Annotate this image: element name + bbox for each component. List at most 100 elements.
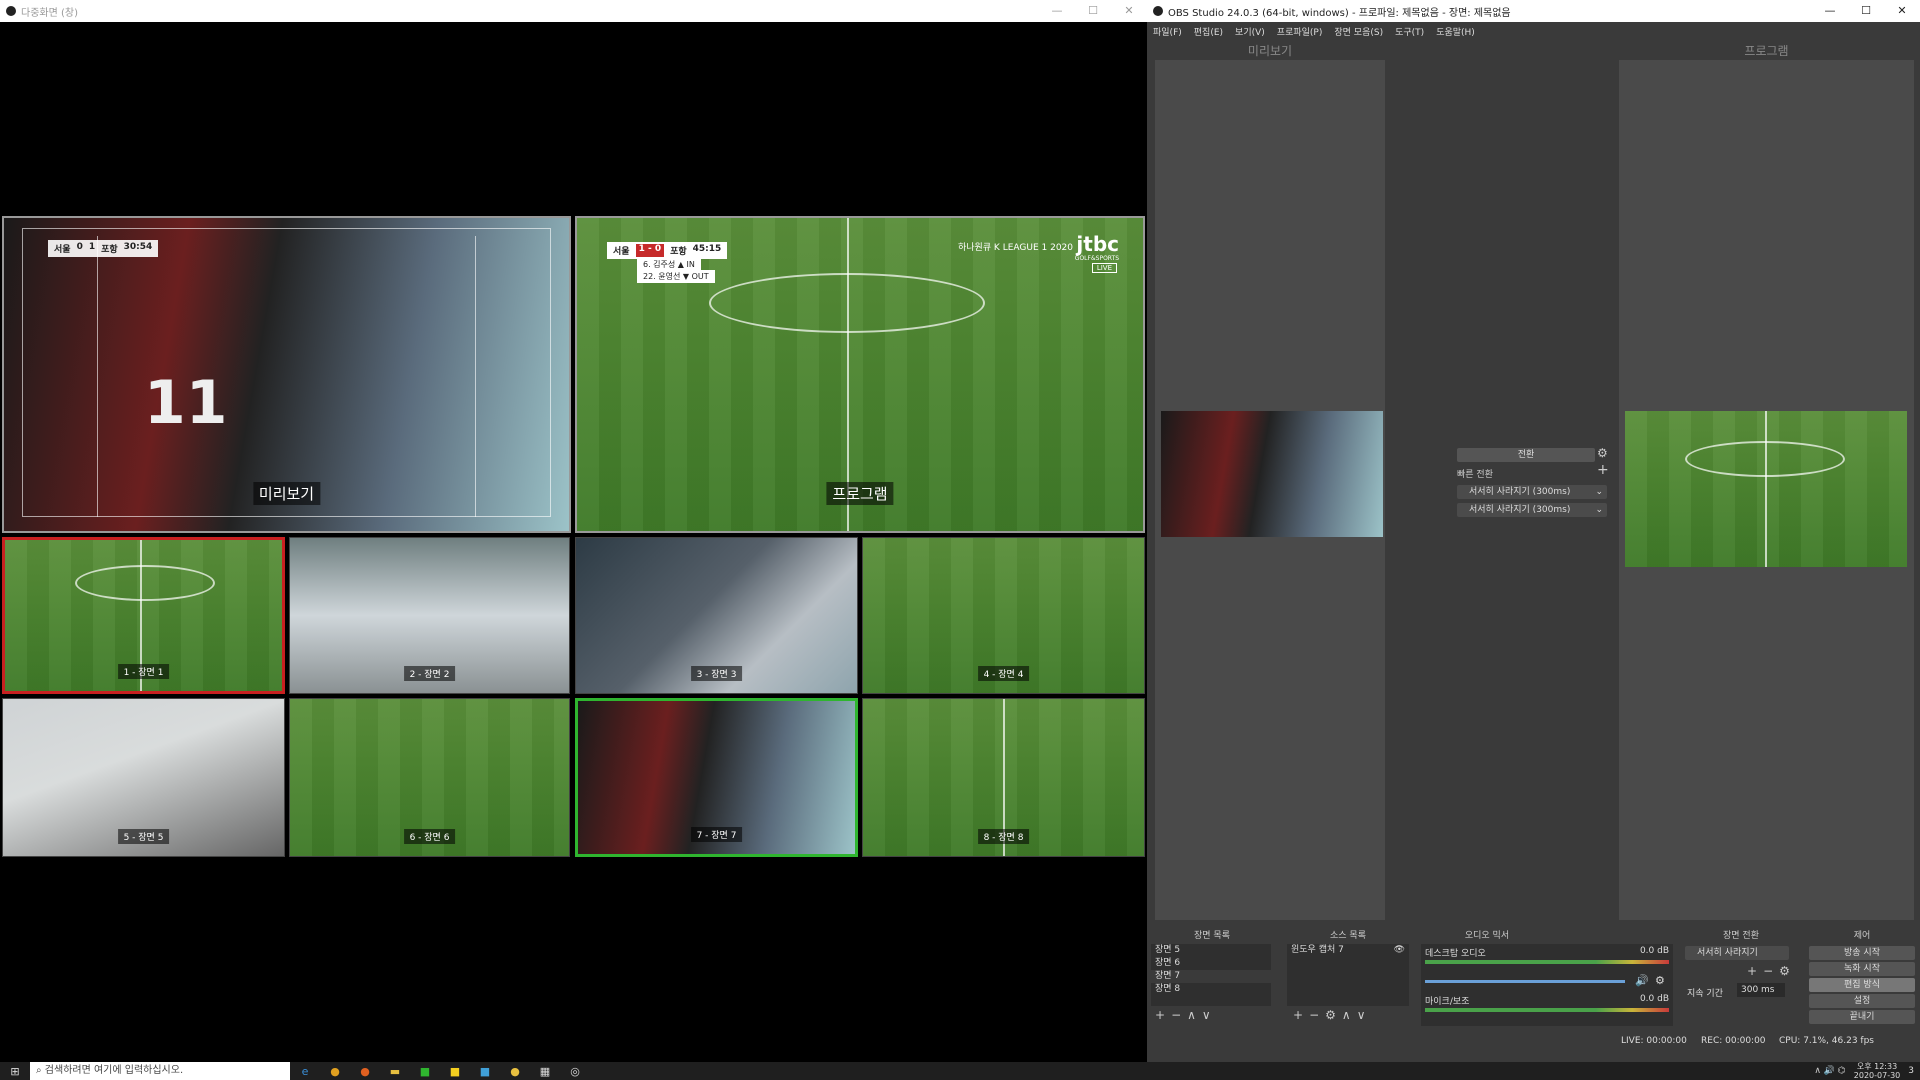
obs-taskbar-icon[interactable]: ◎	[560, 1062, 590, 1080]
program-sub-line2: 22. 윤영선 ▼ OUT	[637, 270, 715, 283]
clock[interactable]: 오후 12:33 2020-07-30	[1854, 1062, 1901, 1080]
mixer-track-db: 0.0 dB	[1639, 946, 1669, 956]
gear-icon[interactable]: ⚙	[1779, 964, 1796, 978]
calculator-icon[interactable]: ▦	[530, 1062, 560, 1080]
gear-icon[interactable]: ⚙	[1655, 974, 1665, 987]
line-icon[interactable]: ■	[410, 1062, 440, 1080]
menu-file[interactable]: 파일(F)	[1153, 25, 1182, 38]
menu-tools[interactable]: 도구(T)	[1395, 25, 1424, 38]
scene-thumb-2[interactable]: 2 - 장면 2	[289, 537, 570, 694]
program-header: 프로그램	[1744, 44, 1789, 58]
multiview-window: 다중화면 (창) — ☐ ✕ 서울 0 1 포항 30:54 11 미리보기 서…	[0, 0, 1147, 1062]
scene-thumb-4[interactable]: 4 - 장면 4	[862, 537, 1145, 694]
add-icon[interactable]: +	[1155, 1008, 1171, 1022]
menu-view[interactable]: 보기(V)	[1235, 25, 1265, 38]
search-icon: ⌕	[36, 1065, 42, 1076]
obs-program-area[interactable]	[1619, 60, 1914, 920]
source-item[interactable]: 윈도우 캡처 7 👁	[1287, 944, 1409, 957]
scene-item[interactable]: 장면 6	[1151, 957, 1271, 970]
file-explorer-icon[interactable]: ▬	[380, 1062, 410, 1080]
edge-icon[interactable]: e	[290, 1062, 320, 1080]
windows-start-icon[interactable]: ⊞	[0, 1062, 30, 1080]
scene-thumb-7[interactable]: 7 - 장면 7	[575, 698, 858, 857]
minimize-icon[interactable]: —	[1039, 0, 1075, 22]
transition-select[interactable]: 서서히 사라지기	[1685, 946, 1789, 960]
settings-button[interactable]: 설정	[1809, 994, 1915, 1008]
scene-thumb-3[interactable]: 3 - 장면 3	[575, 537, 858, 694]
remove-icon[interactable]: −	[1763, 964, 1779, 978]
add-quick-transition-icon[interactable]: +	[1597, 462, 1609, 478]
maximize-icon[interactable]: ☐	[1075, 0, 1111, 22]
down-icon[interactable]: ∨	[1202, 1008, 1217, 1022]
chrome-icon[interactable]: ●	[320, 1062, 350, 1080]
sources-dock-header: 소스 목록	[1283, 928, 1413, 942]
duration-label: 지속 기간	[1687, 989, 1723, 999]
menu-scene-collection[interactable]: 장면 모음(S)	[1334, 25, 1383, 38]
start-streaming-button[interactable]: 방송 시작	[1809, 946, 1915, 960]
maximize-icon[interactable]: ☐	[1848, 0, 1884, 22]
transition-settings-icon[interactable]: ⚙	[1597, 446, 1608, 460]
multiview-titlebar[interactable]: 다중화면 (창) — ☐ ✕	[0, 0, 1147, 22]
program-scoreboard: 서울 1 - 0 포항 45:15	[607, 242, 728, 259]
scene-item[interactable]: 장면 8	[1151, 983, 1271, 996]
duration-input[interactable]: 300 ms	[1737, 983, 1785, 997]
scene-item[interactable]: 장면 7	[1151, 970, 1271, 983]
menu-profile[interactable]: 프로파일(P)	[1277, 25, 1323, 38]
minimize-icon[interactable]: —	[1812, 0, 1848, 22]
scene-thumb-5[interactable]: 5 - 장면 5	[2, 698, 285, 857]
obs-title: OBS Studio 24.0.3 (64-bit, windows) - 프로…	[1168, 7, 1511, 19]
up-icon[interactable]: ∧	[1342, 1008, 1357, 1022]
mixer-track-name: 마이크/보조	[1425, 997, 1470, 1007]
program-label: 프로그램	[826, 482, 894, 505]
source-list[interactable]: 윈도우 캡처 7 👁	[1287, 944, 1409, 1006]
preview-label: 미리보기	[252, 482, 321, 505]
mixer-dock-header: 오디오 믹서	[1419, 928, 1555, 942]
transition-button[interactable]: 전환	[1457, 448, 1595, 462]
up-icon[interactable]: ∧	[1187, 1008, 1202, 1022]
obs-preview-video	[1161, 411, 1383, 537]
chevron-down-icon: ⌄	[1595, 505, 1603, 515]
down-icon[interactable]: ∨	[1357, 1008, 1372, 1022]
firefox-icon[interactable]: ●	[350, 1062, 380, 1080]
tray-icons[interactable]: ∧ 🔊 ⌬	[1814, 1066, 1845, 1076]
taskbar-search[interactable]: ⌕ 검색하려면 여기에 입력하십시오.	[30, 1062, 290, 1080]
scene-thumb-8[interactable]: 8 - 장면 8	[862, 698, 1145, 857]
menu-help[interactable]: 도움말(H)	[1436, 25, 1475, 38]
audio-meter	[1425, 1008, 1669, 1012]
multiview-program[interactable]: 서울 1 - 0 포항 45:15 6. 김주성 ▲ IN 22. 윤영선 ▼ …	[575, 216, 1145, 533]
speaker-icon[interactable]: 🔊	[1635, 974, 1649, 987]
kakaotalk-icon[interactable]: ■	[440, 1062, 470, 1080]
scene-thumb-1[interactable]: 1 - 장면 1	[2, 537, 285, 694]
obs-preview-area[interactable]	[1155, 60, 1385, 920]
mixer-track-db: 0.0 dB	[1639, 994, 1669, 1004]
remove-icon[interactable]: −	[1171, 1008, 1187, 1022]
start-recording-button[interactable]: 녹화 시작	[1809, 962, 1915, 976]
eye-icon[interactable]: 👁	[1394, 944, 1405, 957]
quick-transition-label: 빠른 전환	[1457, 470, 1493, 480]
add-icon[interactable]: +	[1747, 964, 1763, 978]
app-icon[interactable]: ●	[500, 1062, 530, 1080]
studio-mode-button[interactable]: 편집 방식	[1809, 978, 1915, 992]
exit-button[interactable]: 끝내기	[1809, 1010, 1915, 1024]
menu-edit[interactable]: 편집(E)	[1194, 25, 1223, 38]
close-icon[interactable]: ✕	[1111, 0, 1147, 22]
notification-icon[interactable]: 3	[1908, 1066, 1914, 1076]
jtbc-logo: jtbc	[1076, 232, 1119, 256]
multiview-preview[interactable]: 서울 0 1 포항 30:54 11 미리보기	[2, 216, 571, 533]
obs-logo-icon	[1153, 6, 1163, 16]
scene-thumb-6[interactable]: 6 - 장면 6	[289, 698, 570, 857]
quick-transition-1[interactable]: 서서히 사라지기 (300ms) ⌄	[1457, 485, 1607, 499]
add-icon[interactable]: +	[1293, 1008, 1309, 1022]
obs-window: OBS Studio 24.0.3 (64-bit, windows) - 프로…	[1147, 0, 1920, 1062]
close-icon[interactable]: ✕	[1884, 0, 1920, 22]
taskbar: ⊞ ⌕ 검색하려면 여기에 입력하십시오. e ● ● ▬ ■ ■ ■ ● ▦ …	[0, 1062, 1920, 1080]
notification-count: 3	[1908, 1066, 1914, 1076]
volume-slider[interactable]	[1425, 980, 1625, 983]
quick-transition-2[interactable]: 서서히 사라지기 (300ms) ⌄	[1457, 503, 1607, 517]
app-icon[interactable]: ■	[470, 1062, 500, 1080]
gear-icon[interactable]: ⚙	[1325, 1008, 1342, 1022]
scene-item[interactable]: 장면 5	[1151, 944, 1271, 957]
obs-titlebar[interactable]: OBS Studio 24.0.3 (64-bit, windows) - 프로…	[1147, 0, 1920, 22]
scene-list[interactable]: 장면 5 장면 6 장면 7 장면 8	[1151, 944, 1271, 1006]
remove-icon[interactable]: −	[1309, 1008, 1325, 1022]
